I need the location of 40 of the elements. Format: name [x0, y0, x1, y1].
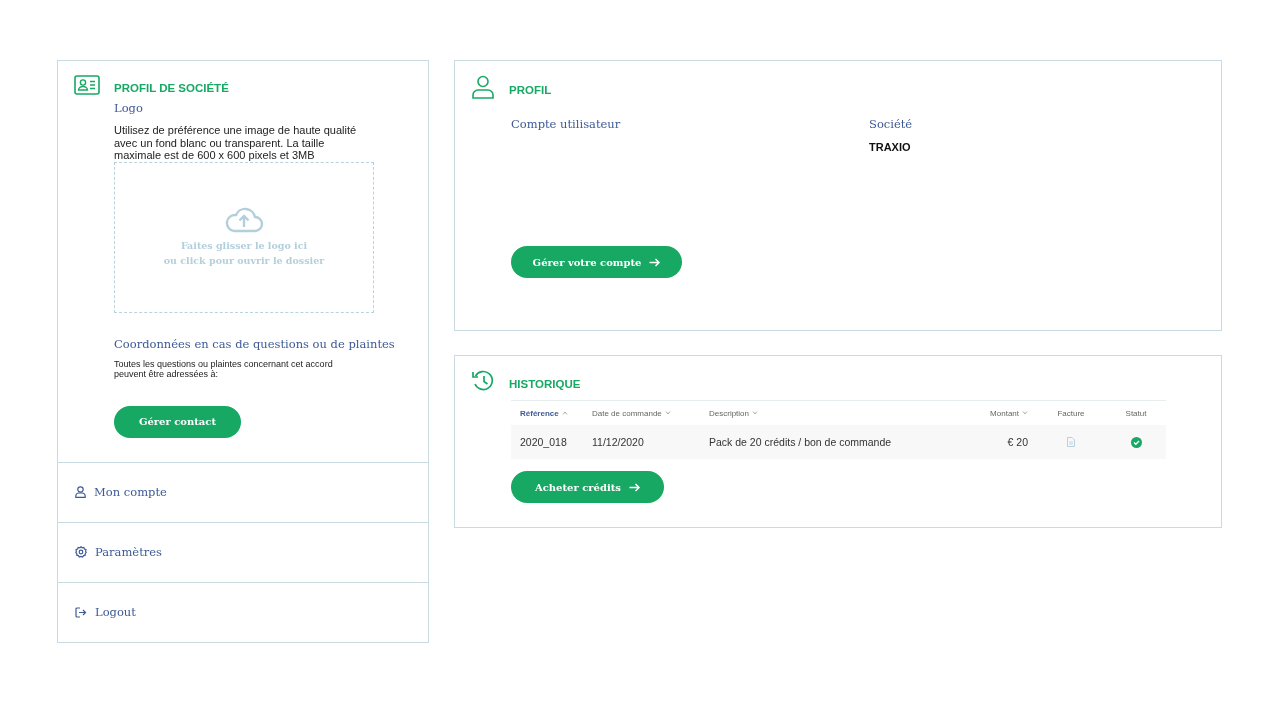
column-header: Statut: [1124, 408, 1148, 418]
sidebar-item[interactable]: Paramètres: [58, 521, 428, 582]
section-label: Logo: [114, 101, 144, 115]
document-icon[interactable]: [1067, 437, 1075, 447]
dropzone-text: ou click pour ouvrir le dossier: [163, 254, 325, 269]
cloud-upload-icon: [224, 206, 264, 235]
check-circle-icon: [1130, 436, 1142, 448]
column-header[interactable]: Référence: [520, 408, 592, 418]
settings-icon: [75, 546, 87, 559]
section-label: Coordonnées en cas de questions ou de plaintes: [114, 336, 396, 351]
column-header[interactable]: Date de commande: [592, 408, 709, 418]
panel-title: HISTORIQUE: [509, 378, 581, 390]
user-icon: [75, 486, 86, 499]
table-cell-text: 11/12/2020: [592, 436, 645, 448]
field-value: TRAXIO: [869, 141, 912, 153]
id-card-icon: [74, 75, 100, 95]
arrow-right-icon: [629, 482, 640, 492]
column-header[interactable]: Montant: [956, 408, 1036, 418]
panel-title: PROFIL: [509, 84, 552, 96]
dropzone-text: Faites glisser le logo ici: [179, 239, 309, 254]
column-header[interactable]: Description: [709, 408, 956, 418]
field-label: Société: [869, 117, 914, 131]
table-cell-text: € 20: [1006, 436, 1029, 448]
user-icon: [471, 75, 495, 99]
help-text: Utilisez de préférence une image de haute qualité avec un fond blanc ou transparent. La taille maximale est de 600 x 600 pixels et 3MB: [114, 124, 358, 162]
table-cell-text: Pack de 20 crédits / bon de commande: [709, 436, 893, 448]
logout-icon: [75, 606, 87, 618]
column-header: Facture: [1056, 408, 1086, 418]
sort-caret-icon: [664, 411, 671, 415]
sort-caret-icon: [752, 411, 758, 415]
table-cell-text: 2020_018: [520, 436, 568, 448]
field-label: Compte utilisateur: [511, 117, 622, 131]
panel-title: PROFIL DE SOCIÉTÉ: [114, 82, 229, 94]
sidebar-item[interactable]: Mon compte: [58, 461, 428, 522]
history-icon: [471, 370, 495, 392]
arrow-right-icon: [649, 257, 661, 267]
sidebar-item[interactable]: Logout: [58, 581, 428, 642]
help-text: Toutes les questions ou plaintes concernant cet accord peuvent être adressées à:: [114, 358, 334, 380]
sort-caret-icon: [561, 411, 568, 415]
sort-caret-icon: [1022, 411, 1028, 415]
